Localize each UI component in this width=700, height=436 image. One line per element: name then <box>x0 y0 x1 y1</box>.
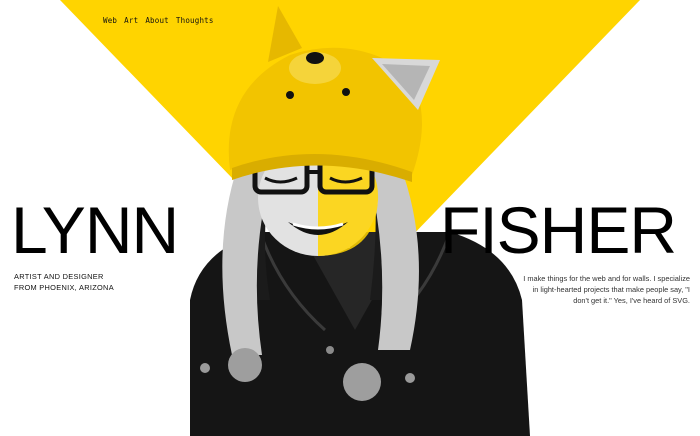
hero-section: Web Art About Thoughts LYNN FISHER ARTIS… <box>0 0 700 436</box>
bio-text: I make things for the web and for walls.… <box>523 274 690 305</box>
first-name-heading: LYNN <box>11 193 179 267</box>
nav-item-art[interactable]: Art <box>124 16 138 25</box>
tagline: ARTIST AND DESIGNER FROM PHOENIX, ARIZON… <box>14 272 114 292</box>
last-name-heading: FISHER <box>440 193 677 267</box>
nav-item-web[interactable]: Web <box>103 16 117 25</box>
